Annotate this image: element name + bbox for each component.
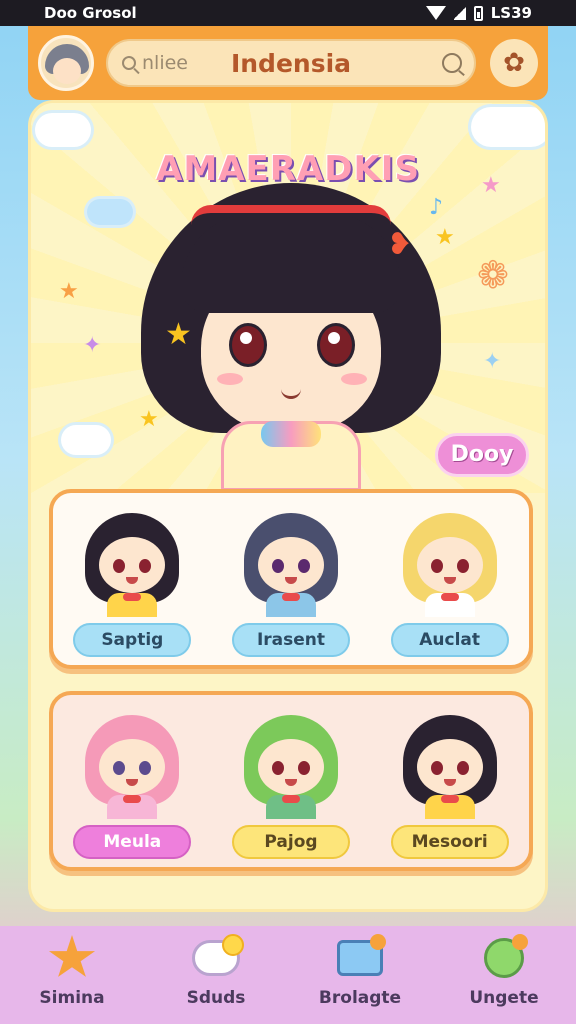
character-face [99,739,166,795]
star-icon: ★ [139,407,159,432]
hero-character: ★ ❥ [121,153,461,491]
character-face [257,537,324,593]
status-bar: Doo Grosol LS39 [0,0,576,26]
star-icon: ★ [435,225,455,250]
character-name[interactable]: Mesoori [390,825,509,859]
character-name[interactable]: Auclat [390,623,509,657]
nav-label: Ungete [469,988,539,1008]
flower-icon: ❁ [477,253,509,297]
gem-icon [478,934,530,982]
character-card[interactable]: Irasent [216,507,366,657]
hero-title: AMAERADKIS [156,149,420,189]
hero-action-button[interactable]: Dooy [435,433,529,477]
hero-blush-right [341,373,367,385]
star-icon: ★ [481,173,501,198]
character-card[interactable]: Mesoori [375,709,525,859]
character-bow [123,795,142,803]
nav-item-brolagte[interactable]: Brolagte [295,934,425,1008]
board-icon [334,934,386,982]
settings-button[interactable]: ✿ [490,39,538,87]
character-eye-right [297,559,310,573]
character-bow [440,593,459,601]
character-avatar [395,507,505,617]
character-face [416,537,483,593]
hero-bangs [181,213,401,313]
character-bow [440,795,459,803]
character-bow [123,593,142,601]
voice-search-icon[interactable] [442,53,462,73]
chat-icon [190,934,244,982]
character-face [257,739,324,795]
character-avatar [395,709,505,819]
character-avatar [77,507,187,617]
music-note-icon: ♪ [429,195,444,220]
star-icon: ★ [165,317,192,352]
character-card[interactable]: Pajog [216,709,366,859]
character-row-1: Saptig Irasent Auclat [49,489,533,669]
top-bar: nliee Indensia ✿ [28,26,548,100]
character-name[interactable]: Saptig [73,623,192,657]
battery-icon [473,5,483,21]
character-bow [281,795,300,803]
character-avatar [236,507,346,617]
nav-item-simina[interactable]: Simina [7,934,137,1008]
cloud-decoration [471,107,545,147]
character-name[interactable]: Meula [73,825,192,859]
nav-item-ungete[interactable]: Ungete [439,934,569,1008]
status-time: LS39 [490,4,532,22]
character-avatar [236,709,346,819]
character-name[interactable]: Irasent [231,623,350,657]
bow-icon: ❥ [387,227,413,262]
star-face-icon [46,934,98,982]
hero-blush-left [217,373,243,385]
star-face-icon: ★ [59,279,79,304]
character-eye-left [430,761,443,775]
character-card[interactable]: Auclat [375,507,525,657]
signal-icon [453,6,466,20]
status-carrier: Doo Grosol [44,4,137,22]
character-card[interactable]: Saptig [57,507,207,657]
status-icons: LS39 [425,4,532,22]
search-input[interactable]: nliee [142,52,222,74]
character-eye-left [430,559,443,573]
character-row-2: Meula Pajog Mesoori [49,691,533,871]
bottom-nav: Simina Sduds Brolagte Ungete [0,926,576,1024]
avatar-face [53,58,81,84]
wifi-icon [425,6,446,20]
character-card[interactable]: Meula [57,709,207,859]
hero-eye-left [229,323,267,367]
character-face [416,739,483,795]
nav-item-sduds[interactable]: Sduds [151,934,281,1008]
gear-icon: ✿ [503,48,525,78]
hero-bow [261,421,321,447]
nav-label: Sduds [186,988,246,1008]
character-eye-right [297,761,310,775]
character-bow [281,593,300,601]
character-eye-right [456,761,469,775]
sparkle-icon: ✦ [483,349,502,374]
character-avatar [77,709,187,819]
character-eye-left [271,761,284,775]
character-eye-left [271,559,284,573]
search-icon[interactable] [122,56,136,70]
profile-avatar[interactable] [38,35,94,91]
cloud-decoration [35,113,91,147]
nav-label: Simina [39,988,105,1008]
hero-eye-right [317,323,355,367]
sparkle-icon: ✦ [83,333,102,358]
character-face [99,537,166,593]
character-eye-right [456,559,469,573]
main-panel: ★ ❥ AMAERADKIS ★ ✦ ★ ★ ♪ ★ ❁ ✦ Dooy Sapt… [28,100,548,912]
cloud-decoration [61,425,111,455]
search-bar[interactable]: nliee Indensia [106,39,476,87]
character-name[interactable]: Pajog [231,825,350,859]
nav-label: Brolagte [318,988,402,1008]
hero-headband [191,205,391,225]
